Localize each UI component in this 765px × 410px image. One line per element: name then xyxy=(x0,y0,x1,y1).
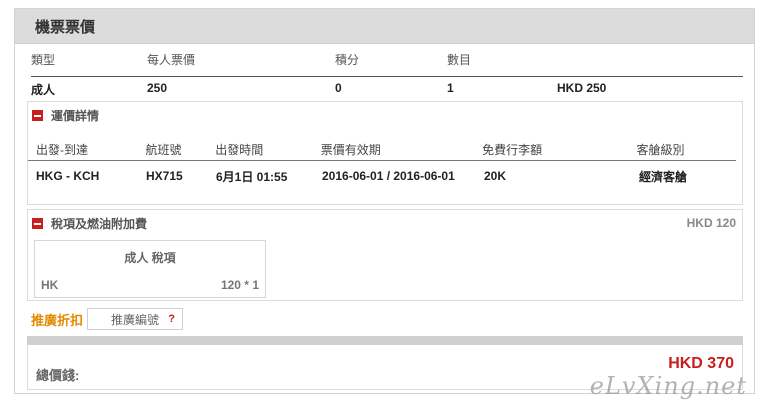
fare-details-title: 運價詳情 xyxy=(51,108,100,123)
taxes-title: 稅項及燃油附加費 xyxy=(51,216,148,231)
col-cabin-class: 客艙級別 xyxy=(636,142,685,157)
collapse-icon[interactable] xyxy=(32,109,43,121)
help-icon[interactable]: ? xyxy=(168,313,175,325)
promo-label: 推廣折扣 xyxy=(31,312,84,328)
col-price-per-person: 每人票價 xyxy=(147,53,196,67)
total-amount: HKD 370 xyxy=(668,355,734,372)
col-type: 類型 xyxy=(31,53,56,67)
promo-code-placeholder: 推廣編號 xyxy=(111,312,160,327)
col-count: 數目 xyxy=(447,53,472,67)
fare-panel: 機票票價 類型 每人票價 積分 數目 成人 250 0 1 HKD 250 運價… xyxy=(14,8,755,394)
promo-code-input[interactable]: 推廣編號 ? xyxy=(87,308,184,330)
departure-time-value: 6月1日 01:55 xyxy=(216,169,288,184)
col-route: 出發-到達 xyxy=(36,142,88,157)
col-flight-no: 航班號 xyxy=(145,142,182,157)
summary-header: 類型 每人票價 積分 數目 xyxy=(31,51,743,71)
total-label: 總價錢: xyxy=(36,368,80,383)
tax-value: 120 * 1 xyxy=(220,278,259,292)
col-fare-validity: 票價有效期 xyxy=(320,142,381,157)
fare-validity-value: 2016-06-01 / 2016-06-01 xyxy=(322,169,455,183)
taxes-section: 稅項及燃油附加費 HKD 120 成人 稅項 HK 120 * 1 xyxy=(27,209,743,301)
taxes-amount: HKD 120 xyxy=(686,216,736,230)
tax-card-row: HK 120 * 1 xyxy=(35,278,265,292)
col-departure-time: 出發時間 xyxy=(215,142,264,157)
taxes-toggle[interactable]: 稅項及燃油附加費 xyxy=(28,210,742,236)
panel-title: 機票票價 xyxy=(15,9,754,44)
watermark: eLvXing.net xyxy=(589,372,747,400)
fare-details-section: 運價詳情 出發-到達 航班號 出發時間 票價有效期 免費行李額 客艙級別 HKG… xyxy=(27,101,743,205)
fare-details-row: HKG - KCH HX715 6月1日 01:55 2016-06-01 / … xyxy=(28,161,742,191)
promo-section: 推廣折扣 推廣編號 ? xyxy=(31,307,184,331)
tax-card-title: 成人 稅項 xyxy=(124,251,176,265)
route-value: HKG - KCH xyxy=(36,169,100,183)
fare-details-toggle[interactable]: 運價詳情 xyxy=(28,102,742,128)
fare-details-header: 出發-到達 航班號 出發時間 票價有效期 免費行李額 客艙級別 xyxy=(28,138,736,161)
tax-card: 成人 稅項 HK 120 * 1 xyxy=(34,240,266,298)
col-points: 積分 xyxy=(335,53,360,67)
col-subtotal xyxy=(557,51,707,71)
col-baggage: 免費行李額 xyxy=(482,142,543,157)
tax-code: HK xyxy=(41,278,59,292)
collapse-icon[interactable] xyxy=(32,217,43,229)
cabin-class-value: 經濟客艙 xyxy=(639,169,688,184)
baggage-value: 20K xyxy=(484,169,507,183)
total-divider xyxy=(27,336,743,345)
flight-no-value: HX715 xyxy=(146,169,183,183)
